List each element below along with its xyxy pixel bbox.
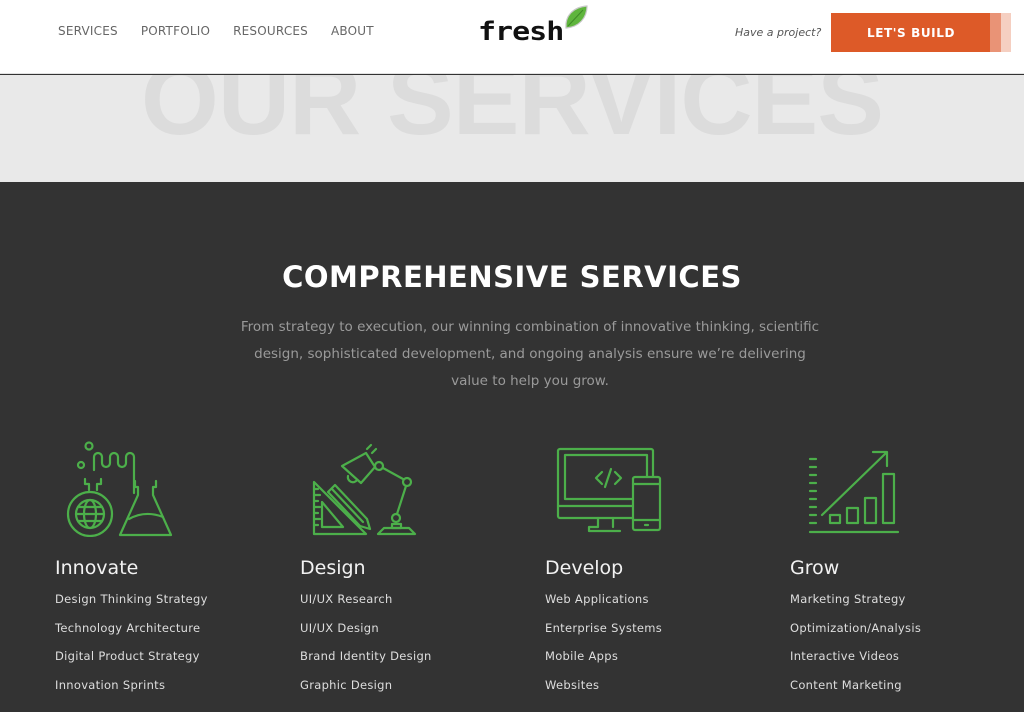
site-header: SERVICES PORTFOLIO RESOURCES ABOUT fresh…: [0, 0, 1024, 74]
service-item[interactable]: Content Marketing: [790, 678, 1020, 707]
service-column-grow: Grow Marketing Strategy Optimization/Ana…: [790, 437, 1020, 706]
service-item[interactable]: Web Applications: [545, 592, 775, 621]
service-list: UI/UX Research UI/UX Design Brand Identi…: [300, 592, 530, 706]
service-title: Develop: [545, 557, 624, 579]
service-item[interactable]: UI/UX Design: [300, 621, 530, 650]
service-item[interactable]: Brand Identity Design: [300, 649, 530, 678]
desk-lamp-ruler-pencil-icon: [312, 443, 417, 536]
service-item[interactable]: Websites: [545, 678, 775, 707]
nav-about[interactable]: ABOUT: [331, 24, 374, 38]
service-item[interactable]: Design Thinking Strategy: [55, 592, 285, 621]
leaf-icon: [565, 5, 588, 29]
logo-wordmark: fresh: [478, 17, 564, 47]
service-item[interactable]: Mobile Apps: [545, 649, 775, 678]
service-list: Web Applications Enterprise Systems Mobi…: [545, 592, 775, 706]
service-item[interactable]: Graphic Design: [300, 678, 530, 707]
service-list: Marketing Strategy Optimization/Analysis…: [790, 592, 1020, 706]
section-description: From strategy to execution, our winning …: [240, 319, 820, 389]
service-item[interactable]: Digital Product Strategy: [55, 649, 285, 678]
lets-build-button[interactable]: LET'S BUILD: [831, 13, 991, 52]
section-title: COMPREHENSIVE SERVICES: [282, 260, 742, 294]
service-column-design: Design UI/UX Research UI/UX Design Brand…: [300, 437, 530, 706]
service-list: Design Thinking Strategy Technology Arch…: [55, 592, 285, 706]
service-item[interactable]: UI/UX Research: [300, 592, 530, 621]
service-item[interactable]: Marketing Strategy: [790, 592, 1020, 621]
fresh-logo[interactable]: fresh: [475, 4, 590, 56]
service-column-innovate: Innovate Design Thinking Strategy Techno…: [55, 437, 285, 706]
project-prompt: Have a project?: [735, 26, 822, 39]
service-item[interactable]: Innovation Sprints: [55, 678, 285, 707]
hero-band: OUR SERVICES: [0, 75, 1024, 182]
service-item[interactable]: Enterprise Systems: [545, 621, 775, 650]
lab-flask-globe-icon: [66, 441, 173, 537]
service-item[interactable]: Optimization/Analysis: [790, 621, 1020, 650]
growth-chart-icon: [808, 450, 900, 534]
service-title: Grow: [790, 557, 840, 579]
services-section: COMPREHENSIVE SERVICES From strategy to …: [0, 182, 1024, 712]
nav-services[interactable]: SERVICES: [58, 24, 118, 38]
service-title: Innovate: [55, 557, 139, 579]
cta-accent-stripe: [990, 13, 1001, 52]
cta-accent-stripe-light: [1001, 13, 1011, 52]
monitor-phone-code-icon: [556, 447, 662, 533]
service-title: Design: [300, 557, 366, 579]
service-item[interactable]: Technology Architecture: [55, 621, 285, 650]
main-nav: SERVICES PORTFOLIO RESOURCES ABOUT: [58, 24, 374, 38]
service-column-develop: Develop Web Applications Enterprise Syst…: [545, 437, 775, 706]
service-item[interactable]: Interactive Videos: [790, 649, 1020, 678]
hero-title: OUR SERVICES: [141, 75, 884, 156]
nav-portfolio[interactable]: PORTFOLIO: [141, 24, 210, 38]
nav-resources[interactable]: RESOURCES: [233, 24, 308, 38]
